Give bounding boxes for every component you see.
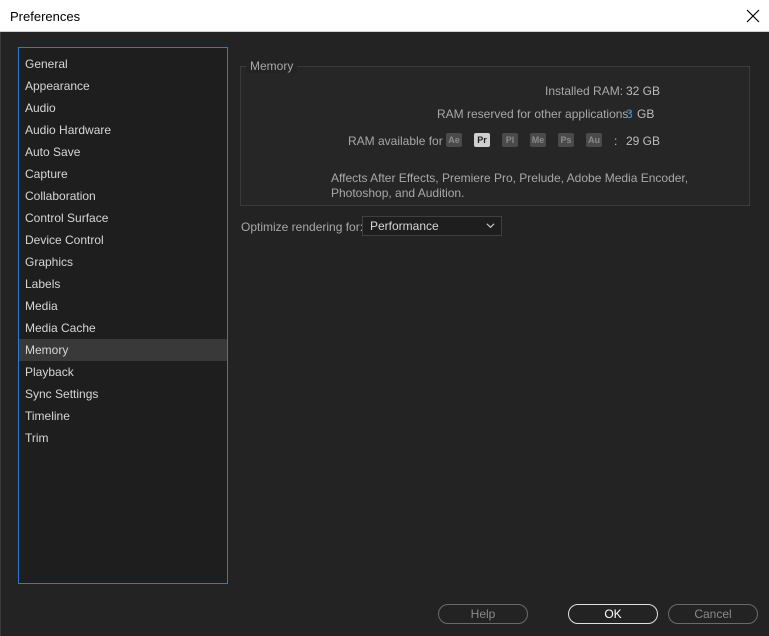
sidebar-item-general[interactable]: General — [19, 53, 227, 75]
sidebar-item-auto-save[interactable]: Auto Save — [19, 141, 227, 163]
sidebar-item-sync-settings[interactable]: Sync Settings — [19, 383, 227, 405]
audition-icon: Au — [586, 133, 602, 147]
ram-reserved-label: RAM reserved for other applications: — [437, 107, 632, 121]
sidebar-item-capture[interactable]: Capture — [19, 163, 227, 185]
after-effects-icon: Ae — [446, 133, 462, 147]
memory-group-legend: Memory — [246, 59, 298, 73]
media-encoder-icon: Me — [530, 133, 546, 147]
preferences-dialog: General Appearance Audio Audio Hardware … — [0, 32, 769, 636]
app-badges: Ae Pr Pl Me Ps Au — [446, 133, 602, 147]
premiere-pro-icon: Pr — [474, 133, 490, 147]
cancel-button[interactable]: Cancel — [668, 604, 758, 624]
optimize-rendering-select[interactable]: Performance — [362, 216, 502, 236]
chevron-down-icon — [486, 223, 495, 229]
close-icon[interactable] — [743, 6, 763, 26]
ram-reserved-value[interactable]: 3 — [626, 107, 633, 121]
ram-available-label: RAM available for — [348, 134, 443, 148]
ram-available-value: 29 GB — [626, 134, 661, 148]
ok-button[interactable]: OK — [568, 604, 658, 624]
sidebar-item-playback[interactable]: Playback — [19, 361, 227, 383]
sidebar-item-control-surface[interactable]: Control Surface — [19, 207, 227, 229]
ram-available-separator: : — [614, 134, 618, 148]
installed-ram-label: Installed RAM: — [545, 84, 624, 98]
optimize-rendering-label: Optimize rendering for: — [241, 220, 364, 234]
memory-note: Affects After Effects, Premiere Pro, Pre… — [331, 171, 689, 200]
sidebar-item-media[interactable]: Media — [19, 295, 227, 317]
installed-ram-value: 32 GB — [626, 84, 661, 98]
sidebar-item-audio-hardware[interactable]: Audio Hardware — [19, 119, 227, 141]
prelude-icon: Pl — [502, 133, 518, 147]
memory-group: Memory Installed RAM: 32 GB RAM reserved… — [240, 59, 750, 206]
sidebar-item-appearance[interactable]: Appearance — [19, 75, 227, 97]
sidebar-item-memory[interactable]: Memory — [19, 339, 227, 361]
title-bar: Preferences — [0, 0, 769, 32]
ram-reserved-unit: GB — [637, 107, 655, 121]
optimize-rendering-value: Performance — [370, 219, 439, 233]
sidebar-item-labels[interactable]: Labels — [19, 273, 227, 295]
sidebar-item-media-cache[interactable]: Media Cache — [19, 317, 227, 339]
sidebar-item-collaboration[interactable]: Collaboration — [19, 185, 227, 207]
sidebar-item-trim[interactable]: Trim — [19, 427, 227, 449]
sidebar-item-audio[interactable]: Audio — [19, 97, 227, 119]
photoshop-icon: Ps — [558, 133, 574, 147]
sidebar-item-timeline[interactable]: Timeline — [19, 405, 227, 427]
window-title: Preferences — [10, 9, 81, 24]
sidebar-item-device-control[interactable]: Device Control — [19, 229, 227, 251]
preferences-sidebar: General Appearance Audio Audio Hardware … — [18, 47, 228, 584]
sidebar-item-graphics[interactable]: Graphics — [19, 251, 227, 273]
help-button[interactable]: Help — [438, 604, 528, 624]
